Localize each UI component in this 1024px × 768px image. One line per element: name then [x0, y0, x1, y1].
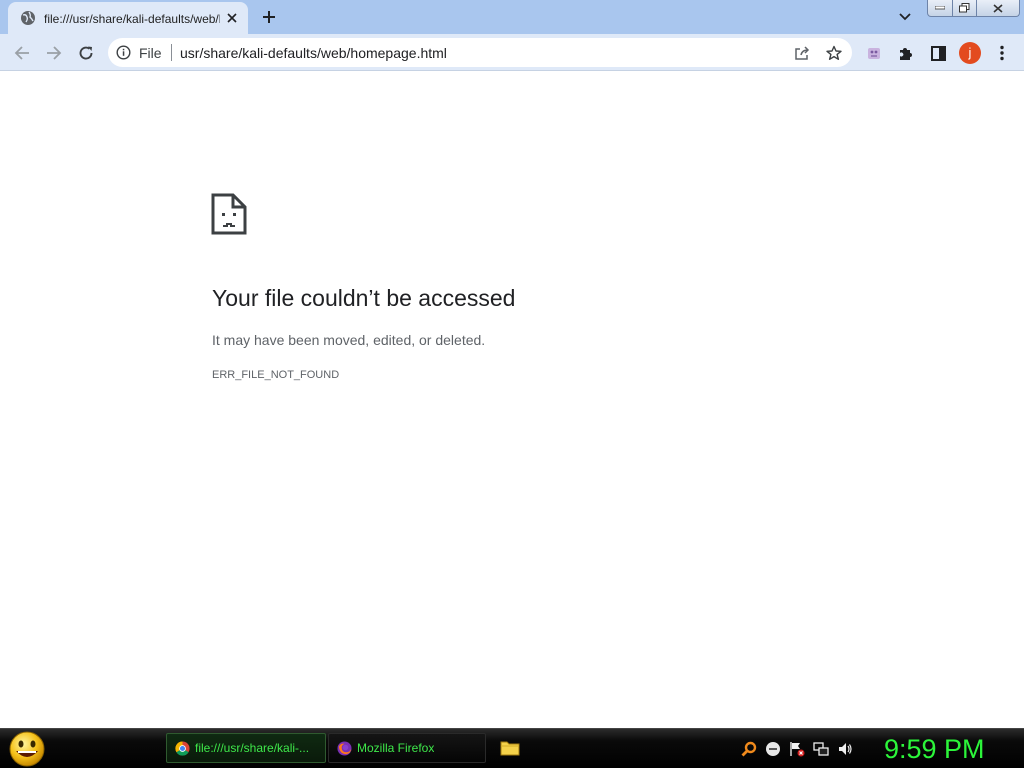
chrome-icon: [175, 740, 190, 756]
window-close-button[interactable]: [976, 0, 1020, 17]
extension-button[interactable]: [860, 39, 888, 67]
restore-icon: [959, 3, 970, 13]
taskbar-item-chrome[interactable]: file:///usr/share/kali-...: [166, 733, 326, 763]
taskbar: file:///usr/share/kali-... Mozilla Firef…: [0, 728, 1024, 768]
taskbar-item-firefox[interactable]: Mozilla Firefox: [328, 733, 486, 763]
tab-search-button[interactable]: [893, 7, 917, 27]
site-info-button[interactable]: File: [116, 42, 162, 63]
forward-button[interactable]: [40, 39, 68, 67]
globe-icon: [21, 11, 35, 25]
network-icon[interactable]: [812, 740, 830, 758]
search-icon[interactable]: [740, 740, 758, 758]
chevron-down-icon: [899, 13, 911, 21]
folder-icon[interactable]: [500, 739, 520, 757]
firefox-icon: [337, 740, 352, 756]
profile-button[interactable]: j: [956, 39, 984, 67]
page-content: Your file couldn’t be accessed It may ha…: [0, 71, 1024, 728]
tab-close-button[interactable]: [222, 8, 242, 28]
input-method-icon[interactable]: [764, 740, 782, 758]
close-icon: [227, 13, 237, 23]
taskbar-item-label: Mozilla Firefox: [357, 741, 435, 755]
window-minimize-button[interactable]: [927, 0, 953, 17]
scheme-label: File: [139, 44, 162, 61]
extensions-button[interactable]: [892, 39, 920, 67]
error-description: It may have been moved, edited, or delet…: [212, 332, 486, 348]
error-title: Your file couldn’t be accessed: [212, 285, 516, 311]
bookmark-button[interactable]: [822, 41, 846, 65]
side-panel-button[interactable]: [924, 39, 952, 67]
taskbar-clock[interactable]: 9:59 PM: [884, 732, 1014, 766]
taskbar-item-label: file:///usr/share/kali-...: [195, 741, 310, 755]
minimize-icon: [935, 6, 945, 10]
arrow-left-icon: [14, 46, 29, 60]
new-tab-button[interactable]: [256, 5, 282, 29]
menu-button[interactable]: [988, 39, 1016, 67]
system-tray: [740, 737, 854, 761]
address-bar[interactable]: File usr/share/kali-defaults/web/homepag…: [108, 38, 852, 67]
share-button[interactable]: [790, 41, 814, 65]
star-icon: [826, 45, 842, 60]
back-button[interactable]: [8, 39, 36, 67]
sad-file-icon: [211, 193, 247, 235]
info-icon: [116, 45, 131, 60]
plus-icon: [263, 11, 275, 23]
window-restore-button[interactable]: [952, 0, 977, 17]
more-vertical-icon: [1000, 45, 1004, 61]
tab-strip: file:///usr/share/kali-defaults/web/home…: [0, 0, 1024, 34]
share-icon: [795, 46, 810, 60]
side-panel-icon: [930, 45, 946, 61]
arrow-right-icon: [47, 46, 62, 60]
url-text[interactable]: usr/share/kali-defaults/web/homepage.htm…: [180, 43, 447, 63]
browser-toolbar: File usr/share/kali-defaults/web/homepag…: [0, 34, 1024, 71]
extension-app-icon: [868, 48, 880, 59]
puzzle-icon: [900, 48, 912, 60]
smiley-start-icon[interactable]: [8, 730, 46, 768]
close-icon: [993, 3, 1003, 13]
tab-active[interactable]: file:///usr/share/kali-defaults/web/home…: [8, 2, 248, 34]
reload-icon: [79, 46, 93, 60]
volume-icon[interactable]: [836, 740, 854, 758]
reload-button[interactable]: [72, 39, 100, 67]
avatar: j: [959, 42, 981, 64]
action-center-flag-icon[interactable]: [788, 740, 806, 758]
omnibox-separator: [171, 44, 172, 61]
tab-title: file:///usr/share/kali-defaults/web/home…: [44, 12, 220, 26]
error-code: ERR_FILE_NOT_FOUND: [212, 369, 340, 381]
